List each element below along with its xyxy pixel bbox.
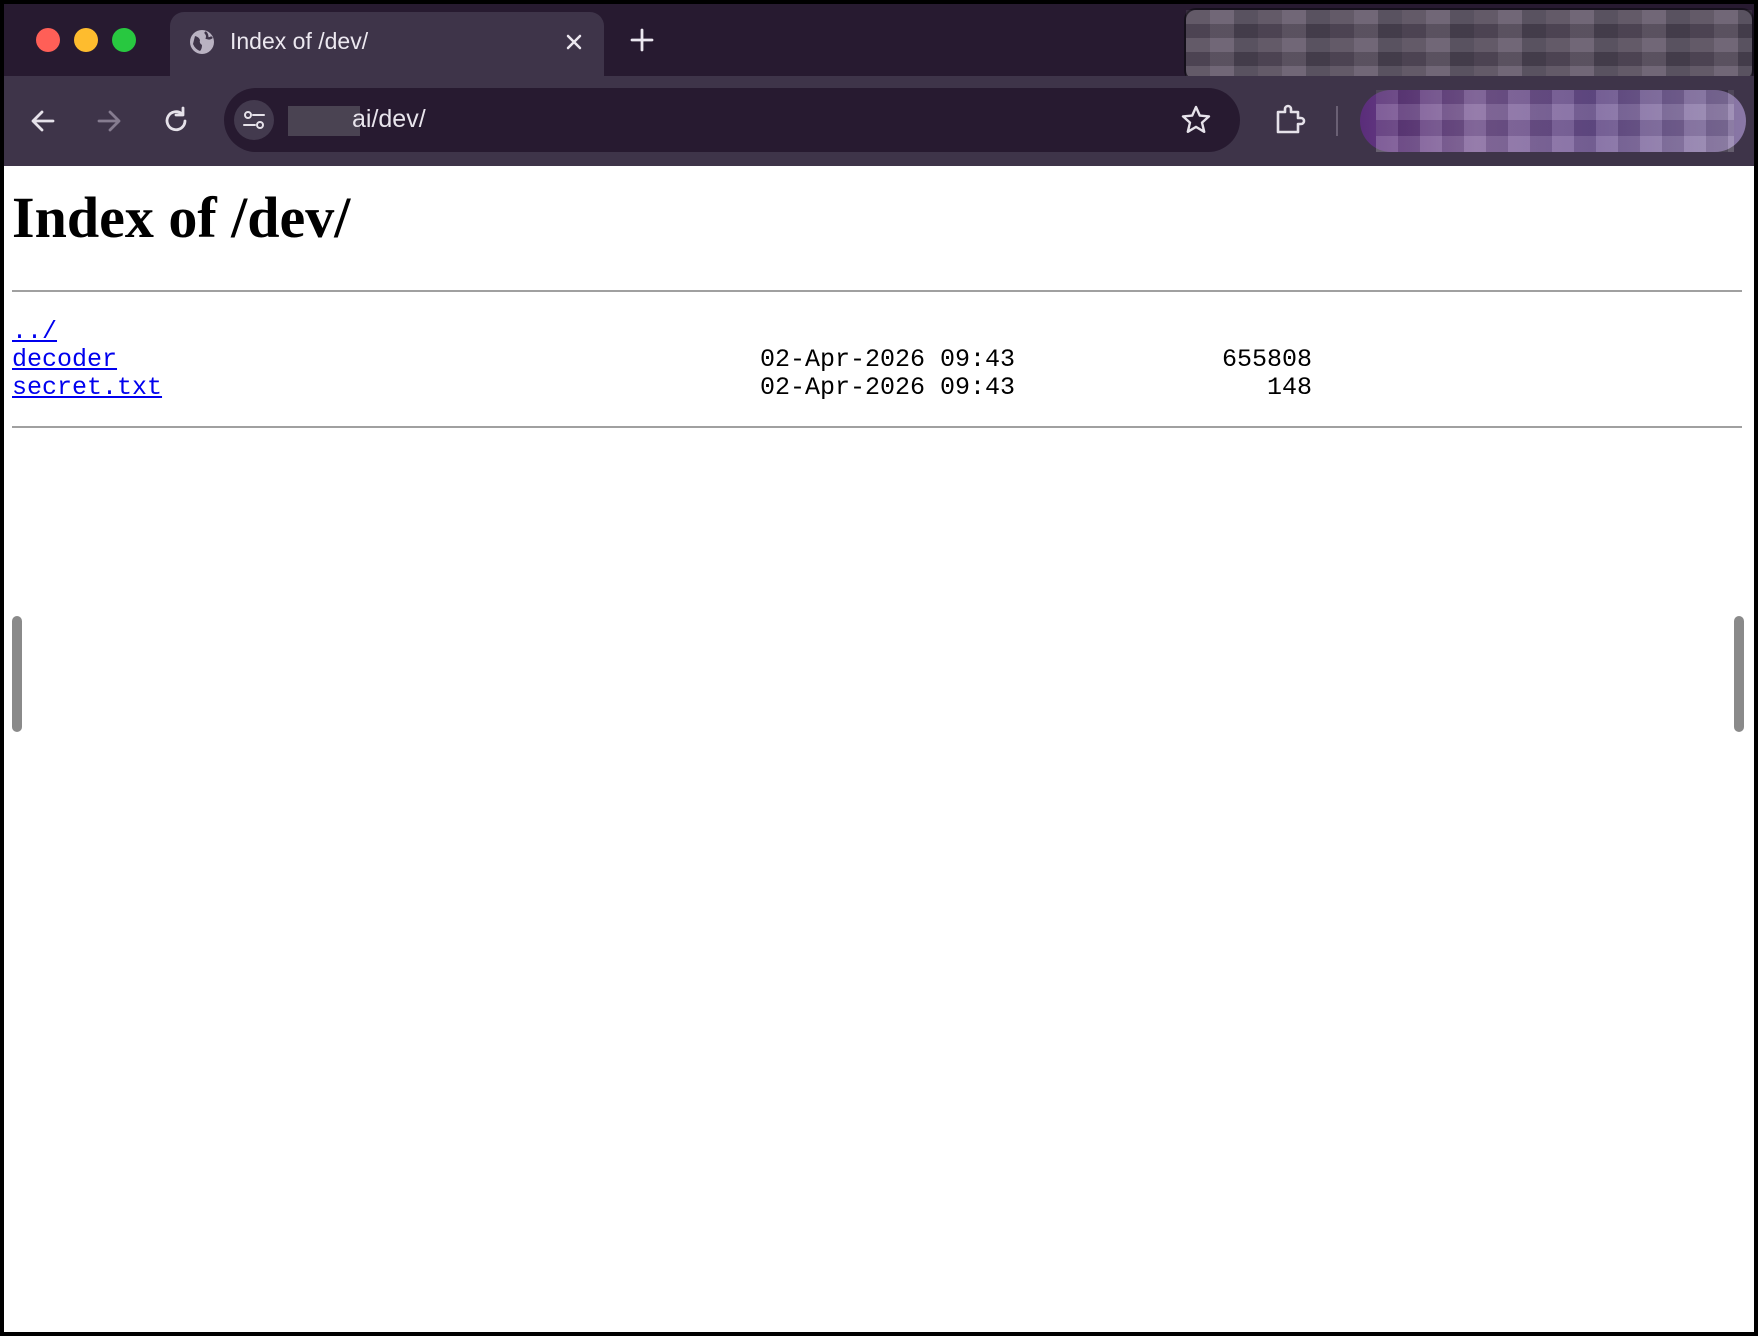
file-date: 02-Apr-2026 09:43 bbox=[760, 373, 1016, 402]
file-size: 148 bbox=[1266, 373, 1312, 402]
url-text[interactable]: ai/dev/ bbox=[352, 105, 426, 134]
tab-active[interactable]: Index of /dev/ bbox=[170, 12, 604, 76]
reload-icon[interactable] bbox=[159, 104, 193, 138]
list-item: decoder 02-Apr-2026 09:43 655808 bbox=[12, 346, 1312, 374]
extensions-icon[interactable] bbox=[1272, 102, 1308, 138]
browser-window: Index of /dev/ ai/dev/ Index of /dev/ ..… bbox=[4, 4, 1754, 1332]
site-settings-button[interactable] bbox=[234, 100, 274, 140]
close-icon[interactable] bbox=[562, 30, 586, 54]
redacted-area bbox=[1184, 8, 1754, 82]
file-link-decoder[interactable]: decoder bbox=[12, 346, 117, 374]
redacted-url-part bbox=[288, 106, 360, 136]
divider-bottom bbox=[12, 426, 1742, 428]
plus-icon[interactable] bbox=[628, 26, 656, 54]
back-arrow-icon[interactable] bbox=[26, 104, 60, 138]
address-bar[interactable]: ai/dev/ bbox=[224, 88, 1240, 152]
divider-top bbox=[12, 290, 1742, 292]
file-link-secret[interactable]: secret.txt bbox=[12, 374, 162, 402]
file-date: 02-Apr-2026 09:43 bbox=[760, 345, 1016, 374]
list-item: secret.txt 02-Apr-2026 09:43 148 bbox=[12, 374, 1312, 402]
left-resize-handle[interactable] bbox=[12, 616, 22, 732]
minimize-window-button[interactable] bbox=[74, 28, 98, 52]
star-icon[interactable] bbox=[1180, 104, 1212, 136]
parent-directory-link[interactable]: ../ bbox=[12, 318, 57, 346]
file-size: 655808 bbox=[1221, 345, 1312, 374]
globe-icon bbox=[190, 30, 214, 54]
redacted-profile-area bbox=[1360, 90, 1746, 152]
page-title: Index of /dev/ bbox=[12, 185, 351, 250]
site-settings-icon bbox=[243, 111, 265, 129]
page-content: Index of /dev/ ../ decoder 02-Apr-2026 0… bbox=[4, 166, 1754, 1332]
maximize-window-button[interactable] bbox=[112, 28, 136, 52]
list-item-parent: ../ bbox=[12, 318, 1312, 346]
tab-strip: Index of /dev/ bbox=[4, 4, 1754, 82]
tab-title: Index of /dev/ bbox=[230, 28, 369, 54]
toolbar-divider bbox=[1336, 106, 1338, 136]
file-listing: ../ decoder 02-Apr-2026 09:43 655808 sec… bbox=[12, 318, 1312, 402]
close-window-button[interactable] bbox=[36, 28, 60, 52]
scrollbar-thumb[interactable] bbox=[1734, 616, 1744, 732]
toolbar: ai/dev/ bbox=[4, 76, 1754, 166]
forward-arrow-icon[interactable] bbox=[92, 104, 126, 138]
